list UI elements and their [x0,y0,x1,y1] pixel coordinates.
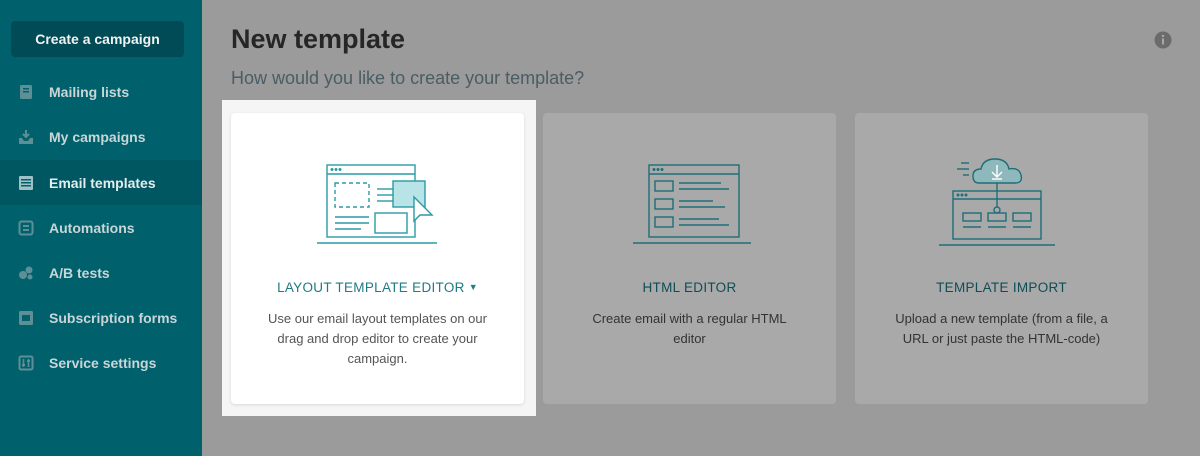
page-subtitle: How would you like to create your templa… [231,68,585,88]
sidebar-item-subscription-forms[interactable]: Subscription forms [0,295,202,340]
sidebar-item-label: A/B tests [49,264,110,281]
page-title: New template [231,24,406,54]
html-editor-card[interactable]: HTML EDITOR Create email with a regular … [543,113,836,404]
campaigns-icon [19,129,33,144]
card-description: Upload a new template (from a file, a UR… [895,311,1108,346]
caret-down-icon[interactable]: ▼ [469,282,478,292]
forms-icon [19,310,33,325]
sidebar-item-label: My campaigns [49,128,146,145]
card-title: HTML EDITOR [642,280,737,295]
card-description: Use our email layout templates on our dr… [268,311,487,366]
info-icon[interactable] [1154,31,1172,49]
sidebar-item-label: Service settings [49,354,157,371]
sidebar-item-ab-tests[interactable]: A/B tests [0,250,202,295]
sidebar-item-my-campaigns[interactable]: My campaigns [0,114,202,159]
layout-template-editor-card[interactable]: LAYOUT TEMPLATE EDITOR ▼ Use our email la… [231,113,524,404]
main-content: New template How would you like to creat… [202,0,1200,456]
sidebar-item-label: Email templates [49,174,156,191]
card-description: Create email with a regular HTML editor [592,311,787,346]
sidebar-item-service-settings[interactable]: Service settings [0,340,202,385]
sidebar-item-mailing-lists[interactable]: Mailing lists [0,69,202,114]
cloud-import-illustration [938,158,1055,246]
sidebar: Create a campaign Mailing lists My campa… [0,0,202,456]
settings-icon [18,355,34,370]
templates-icon [19,175,33,190]
html-editor-illustration [632,164,751,244]
layout-editor-illustration [316,164,437,244]
sidebar-item-label: Automations [49,219,135,236]
address-book-icon [20,84,32,99]
sidebar-item-automations[interactable]: Automations [0,205,202,250]
card-title: TEMPLATE IMPORT [936,280,1067,295]
card-title: LAYOUT TEMPLATE EDITOR ▼ [277,280,478,295]
sidebar-item-label: Mailing lists [49,83,130,100]
create-campaign-button[interactable]: Create a campaign [11,21,184,57]
sidebar-item-email-templates[interactable]: Email templates [0,160,202,205]
ab-test-icon [19,266,33,279]
template-import-card[interactable]: TEMPLATE IMPORT Upload a new template (f… [855,113,1148,404]
sidebar-item-label: Subscription forms [49,309,178,326]
automation-icon [18,220,34,235]
